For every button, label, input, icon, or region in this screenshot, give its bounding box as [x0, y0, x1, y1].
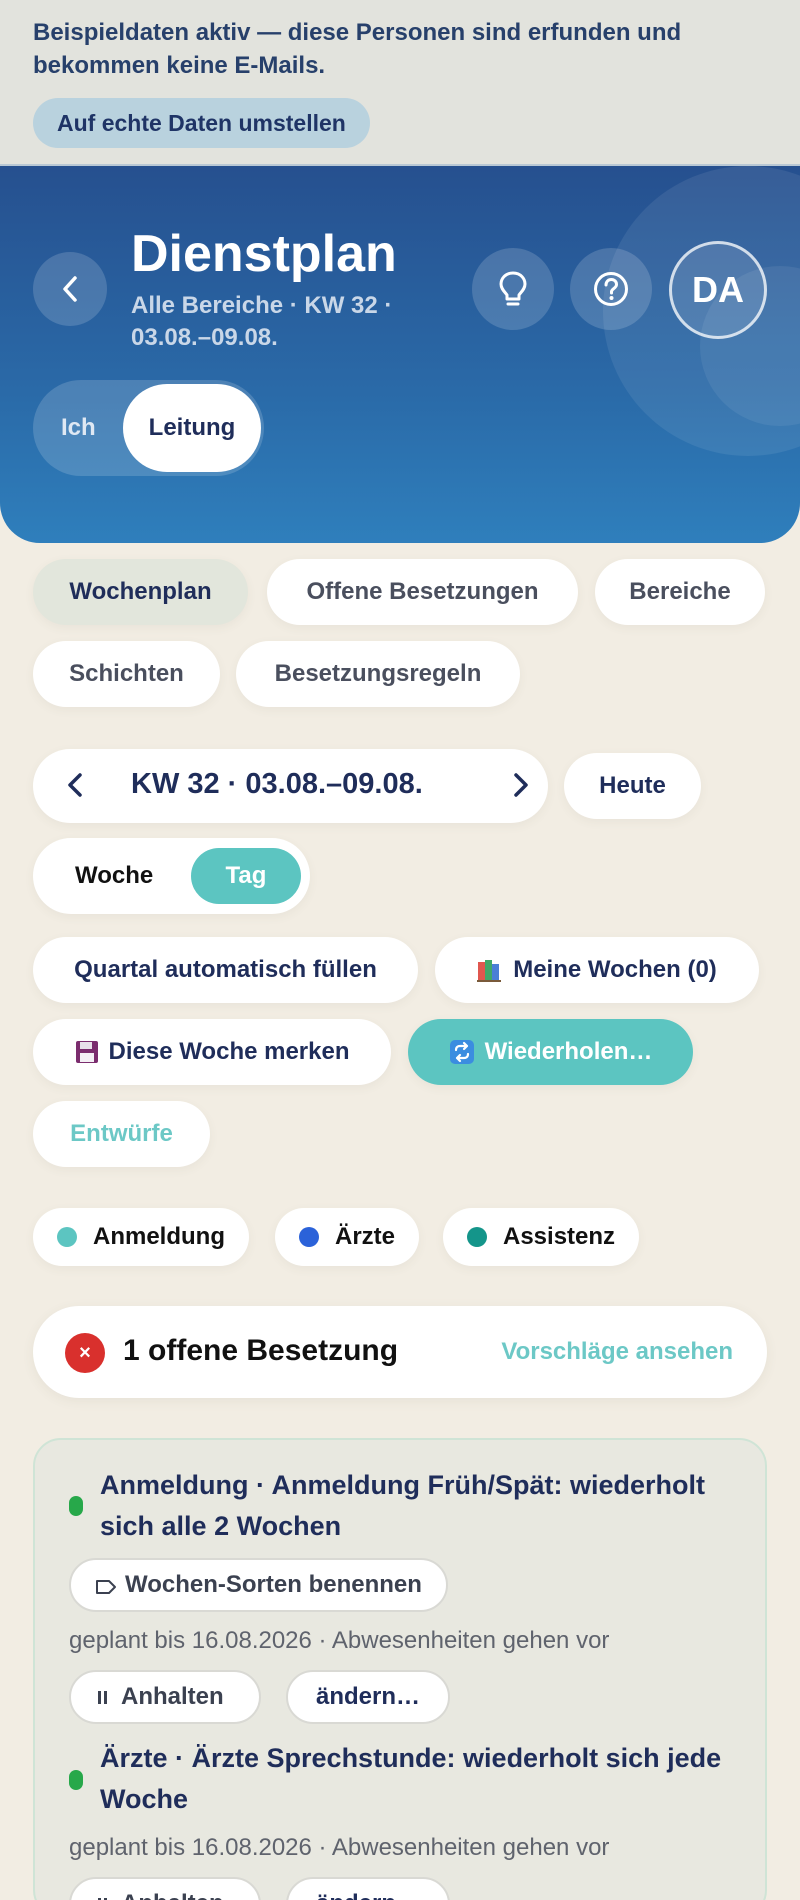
view-option-week[interactable]: Woche	[75, 862, 153, 890]
help-button[interactable]	[570, 248, 652, 330]
error-x-icon: ×	[65, 1333, 105, 1373]
tab-areas[interactable]: Bereiche	[595, 559, 765, 625]
today-button[interactable]: Heute	[564, 753, 701, 819]
legend-label: Assistenz	[503, 1223, 616, 1250]
edit-rule-button[interactable]: ändern…	[286, 1877, 450, 1900]
demo-data-banner: Beispieldaten aktiv — diese Personen sin…	[0, 0, 800, 166]
pause-label: Anhalten	[121, 1890, 224, 1900]
edit-rule-button[interactable]: ändern…	[286, 1670, 450, 1724]
legend-label: Ärzte	[335, 1223, 396, 1250]
my-weeks-label: Meine Wochen (0)	[513, 956, 717, 983]
repeat-label: Wiederholen…	[484, 1038, 653, 1065]
pause-rule-button[interactable]: Anhalten	[69, 1670, 261, 1724]
chevron-right-icon	[514, 773, 528, 797]
legend-item-aerzte: Ärzte	[275, 1208, 420, 1266]
name-week-types-label: Wochen-Sorten benennen	[125, 1571, 422, 1598]
question-circle-icon	[594, 272, 628, 306]
autofill-quarter-button[interactable]: Quartal automatisch füllen	[33, 937, 418, 1003]
pause-icon	[98, 1898, 107, 1900]
lightbulb-icon	[499, 271, 527, 306]
floppy-disk-icon	[75, 1041, 98, 1063]
legend-color-dot	[467, 1227, 487, 1247]
legend-item-assistenz: Assistenz	[443, 1208, 640, 1266]
rule-status-dot	[69, 1770, 83, 1790]
view-suggestions-link[interactable]: Vorschläge ansehen	[501, 1338, 733, 1366]
role-option-me[interactable]: Ich	[61, 414, 96, 442]
tab-shifts[interactable]: Schichten	[33, 641, 220, 707]
header: Dienstplan Alle Bereiche · KW 32 · 03.08…	[0, 166, 800, 543]
pause-label: Anhalten	[121, 1683, 224, 1710]
pause-icon	[98, 1691, 107, 1704]
user-avatar[interactable]: DA	[669, 241, 767, 339]
previous-week-button[interactable]	[63, 767, 87, 808]
banner-text: Beispieldaten aktiv — diese Personen sin…	[33, 19, 682, 79]
books-icon	[477, 960, 502, 982]
name-week-types-button[interactable]: Wochen-Sorten benennen	[69, 1558, 448, 1612]
pause-rule-button[interactable]: Anhalten	[69, 1877, 261, 1900]
tab-open-shifts[interactable]: Offene Besetzungen	[267, 559, 578, 625]
rule-meta: geplant bis 16.08.2026 · Abwesenheiten g…	[69, 1627, 610, 1654]
open-shifts-count: 1 offene Besetzung	[123, 1334, 399, 1367]
rule-status-dot	[69, 1496, 83, 1516]
save-week-button[interactable]: Diese Woche merken	[33, 1019, 391, 1085]
role-toggle: Ich Leitung	[33, 380, 264, 476]
rule-meta: geplant bis 16.08.2026 · Abwesenheiten g…	[69, 1834, 610, 1861]
tab-staffing-rules[interactable]: Besetzungsregeln	[236, 641, 520, 707]
drafts-button[interactable]: Entwürfe	[33, 1101, 210, 1167]
my-weeks-button[interactable]: Meine Wochen (0)	[435, 937, 759, 1003]
tips-button[interactable]	[472, 248, 554, 330]
save-week-label: Diese Woche merken	[108, 1038, 350, 1065]
page-subtitle: Alle Bereiche · KW 32 · 03.08.–09.08.	[131, 292, 393, 351]
open-shifts-summary: × 1 offene Besetzung Vorschläge ansehen	[33, 1306, 767, 1398]
chevron-left-icon	[63, 276, 77, 302]
page-title: Dienstplan	[131, 225, 397, 283]
rule-title: Anmeldung · Anmeldung Früh/Spät: wiederh…	[100, 1470, 705, 1541]
rule-title: Ärzte · Ärzte Sprechstunde: wiederholt s…	[100, 1743, 722, 1814]
chevron-left-icon	[68, 773, 82, 797]
current-week-label: KW 32 · 03.08.–09.08.	[131, 768, 423, 800]
role-option-management[interactable]: Leitung	[123, 384, 261, 472]
back-button[interactable]	[33, 252, 107, 326]
tab-weekly-plan[interactable]: Wochenplan	[33, 559, 248, 625]
tag-icon	[96, 1580, 116, 1594]
switch-to-real-data-button[interactable]: Auf echte Daten umstellen	[33, 98, 370, 148]
view-toggle: Woche Tag	[33, 838, 310, 914]
legend-item-anmeldung: Anmeldung	[33, 1208, 249, 1266]
repeat-button[interactable]: Wiederholen…	[408, 1019, 693, 1085]
legend-color-dot	[57, 1227, 77, 1247]
legend-color-dot	[299, 1227, 319, 1247]
legend-label: Anmeldung	[93, 1223, 225, 1250]
repeat-icon	[449, 1040, 474, 1064]
week-navigator: KW 32 · 03.08.–09.08.	[33, 749, 548, 823]
recurring-rules-card: Anmeldung · Anmeldung Früh/Spät: wiederh…	[33, 1438, 767, 1900]
view-option-day[interactable]: Tag	[191, 848, 301, 904]
next-week-button[interactable]	[509, 767, 533, 808]
